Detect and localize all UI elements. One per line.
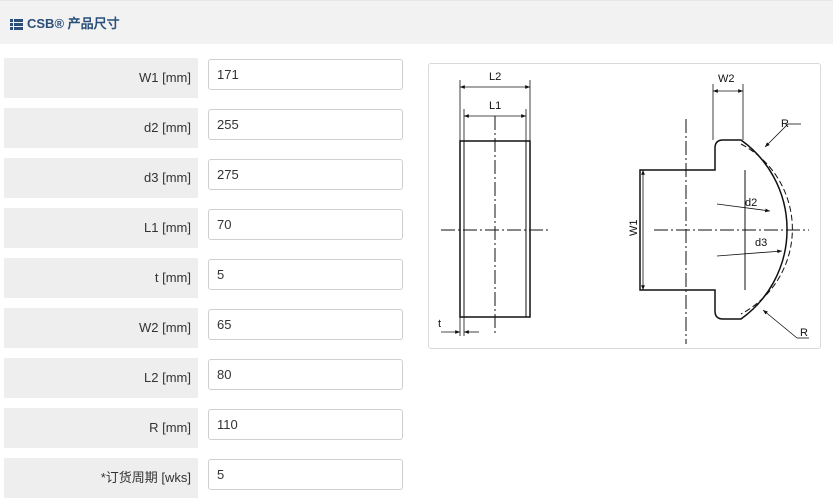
- field-input-l2[interactable]: [208, 359, 403, 390]
- dimension-diagram: L2 L1 t W2 R R W1 d2 d3: [428, 63, 821, 349]
- field-row-l1: L1 [mm]: [4, 208, 404, 248]
- field-row-t: t [mm]: [4, 258, 404, 298]
- field-input-w2[interactable]: [208, 309, 403, 340]
- field-input-d3[interactable]: [208, 159, 403, 190]
- label-t: t: [438, 318, 441, 330]
- field-input-r[interactable]: [208, 409, 403, 440]
- field-label-l2: L2 [mm]: [4, 358, 198, 398]
- field-input-t[interactable]: [208, 259, 403, 290]
- field-label-t: t [mm]: [4, 258, 198, 298]
- field-input-l1[interactable]: [208, 209, 403, 240]
- field-label-l1: L1 [mm]: [4, 208, 198, 248]
- field-input-w1[interactable]: [208, 59, 403, 90]
- field-label-w1: W1 [mm]: [4, 58, 198, 98]
- label-l2: L2: [489, 71, 501, 83]
- field-row-d2: d2 [mm]: [4, 108, 404, 148]
- field-row-w2: W2 [mm]: [4, 308, 404, 348]
- field-label-d2: d2 [mm]: [4, 108, 198, 148]
- label-w2: W2: [718, 73, 735, 85]
- field-input-d2[interactable]: [208, 109, 403, 140]
- section-title: CSB® 产品尺寸: [27, 16, 120, 31]
- field-label-d3: d3 [mm]: [4, 158, 198, 198]
- field-row-w1: W1 [mm]: [4, 58, 404, 98]
- field-row-lead-time: *订货周期 [wks]: [4, 458, 404, 498]
- field-row-d3: d3 [mm]: [4, 158, 404, 198]
- field-label-lead-time: *订货周期 [wks]: [4, 458, 198, 498]
- field-input-lead-time[interactable]: [208, 459, 403, 490]
- section-header: CSB® 产品尺寸: [0, 0, 833, 44]
- label-r-top: R: [781, 118, 789, 130]
- field-label-r: R [mm]: [4, 408, 198, 448]
- label-d3: d3: [755, 237, 767, 249]
- dimension-drawing: L2 L1 t W2 R R W1 d2 d3: [438, 71, 809, 344]
- field-row-r: R [mm]: [4, 408, 404, 448]
- label-d2: d2: [745, 197, 757, 209]
- field-label-w2: W2 [mm]: [4, 308, 198, 348]
- label-w1: W1: [628, 220, 640, 237]
- list-icon: [10, 17, 23, 30]
- label-l1: L1: [489, 100, 501, 112]
- label-r-bottom: R: [800, 327, 808, 339]
- side-view: [441, 80, 551, 336]
- field-row-l2: L2 [mm]: [4, 358, 404, 398]
